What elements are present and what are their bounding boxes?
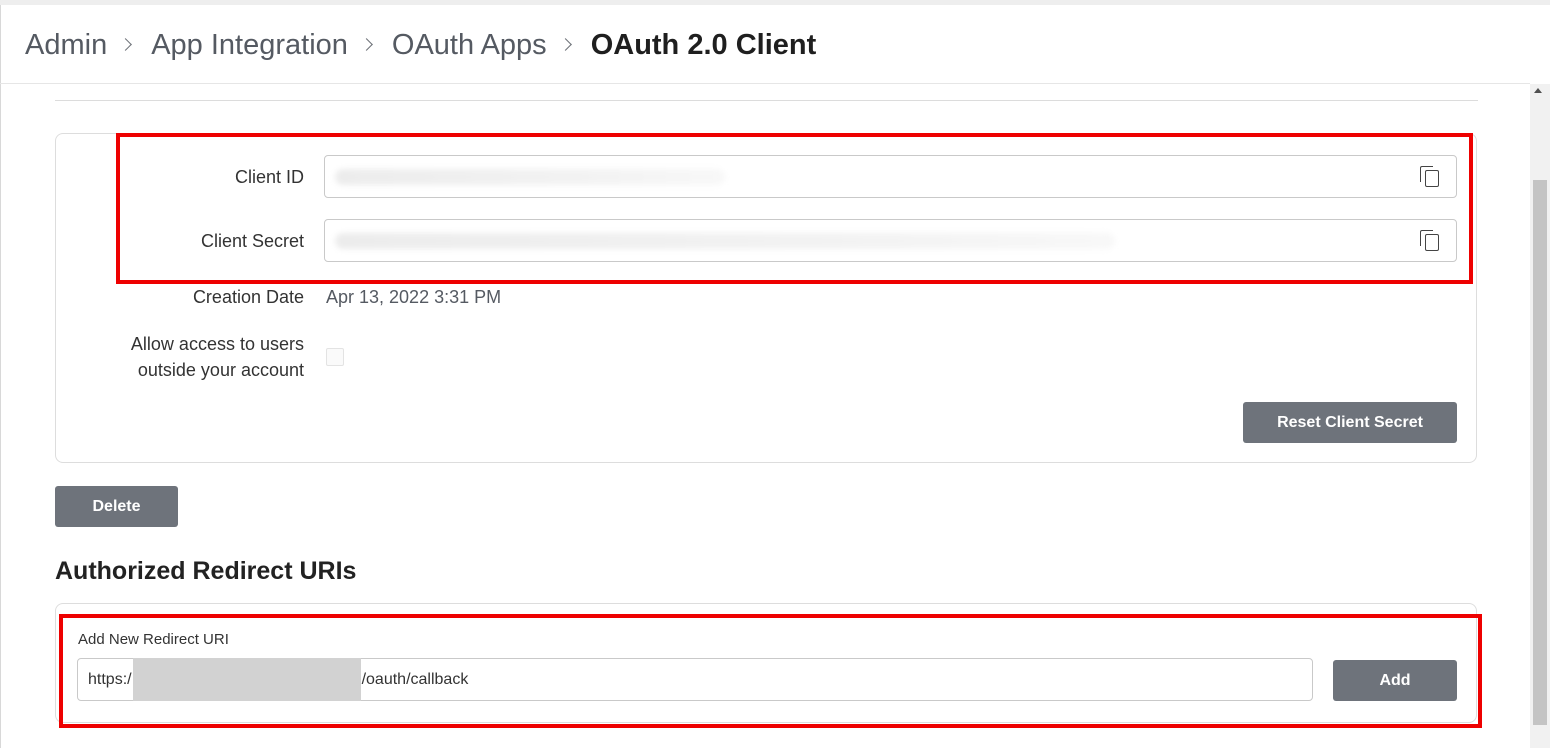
redirect-uri-input[interactable]: https:/ /oauth/callback [77, 658, 1313, 701]
header-divider [0, 83, 1530, 84]
chevron-right-icon [561, 39, 573, 51]
allow-access-checkbox[interactable] [326, 348, 344, 366]
add-redirect-uri-button[interactable]: Add [1333, 660, 1457, 701]
breadcrumb-app-integration[interactable]: App Integration [151, 29, 348, 62]
breadcrumb: Admin App Integration OAuth Apps OAuth 2… [25, 25, 816, 65]
allow-access-label-line2: outside your account [137, 360, 304, 380]
copy-icon[interactable] [1420, 230, 1440, 252]
creation-date-value: Apr 13, 2022 3:31 PM [326, 287, 502, 307]
chevron-right-icon [121, 39, 133, 51]
client-id-field[interactable] [324, 155, 1457, 198]
copy-icon[interactable] [1420, 166, 1440, 188]
allow-access-label: Allow access to users outside your accou… [60, 331, 304, 383]
redirect-uris-title: Authorized Redirect URIs [55, 557, 357, 585]
redacted-client-secret [335, 233, 1115, 249]
left-border [0, 5, 1, 748]
client-secret-field[interactable] [324, 219, 1457, 262]
redirect-uri-prefix: https:/ [88, 670, 132, 688]
delete-button[interactable]: Delete [55, 486, 178, 527]
creation-date-label: Creation Date [192, 287, 304, 307]
redacted-client-id [335, 169, 725, 185]
client-secret-label: Client Secret [200, 231, 304, 251]
page-title: OAuth 2.0 Client [590, 28, 817, 61]
scrollbar-thumb[interactable] [1533, 180, 1547, 725]
chevron-right-icon [362, 39, 374, 51]
top-border [0, 0, 1550, 5]
client-id-label: Client ID [234, 167, 304, 187]
breadcrumb-oauth-apps[interactable]: OAuth Apps [392, 29, 547, 62]
add-redirect-uri-label: Add New Redirect URI [78, 631, 229, 648]
scroll-up-arrow-icon[interactable] [1534, 88, 1542, 93]
breadcrumb-admin[interactable]: Admin [25, 29, 107, 62]
reset-client-secret-button[interactable]: Reset Client Secret [1243, 402, 1457, 443]
section-divider [55, 100, 1478, 101]
allow-access-label-line1: Allow access to users [130, 334, 304, 354]
redirect-uri-suffix: /oauth/callback [361, 670, 469, 688]
redacted-domain [132, 658, 361, 701]
